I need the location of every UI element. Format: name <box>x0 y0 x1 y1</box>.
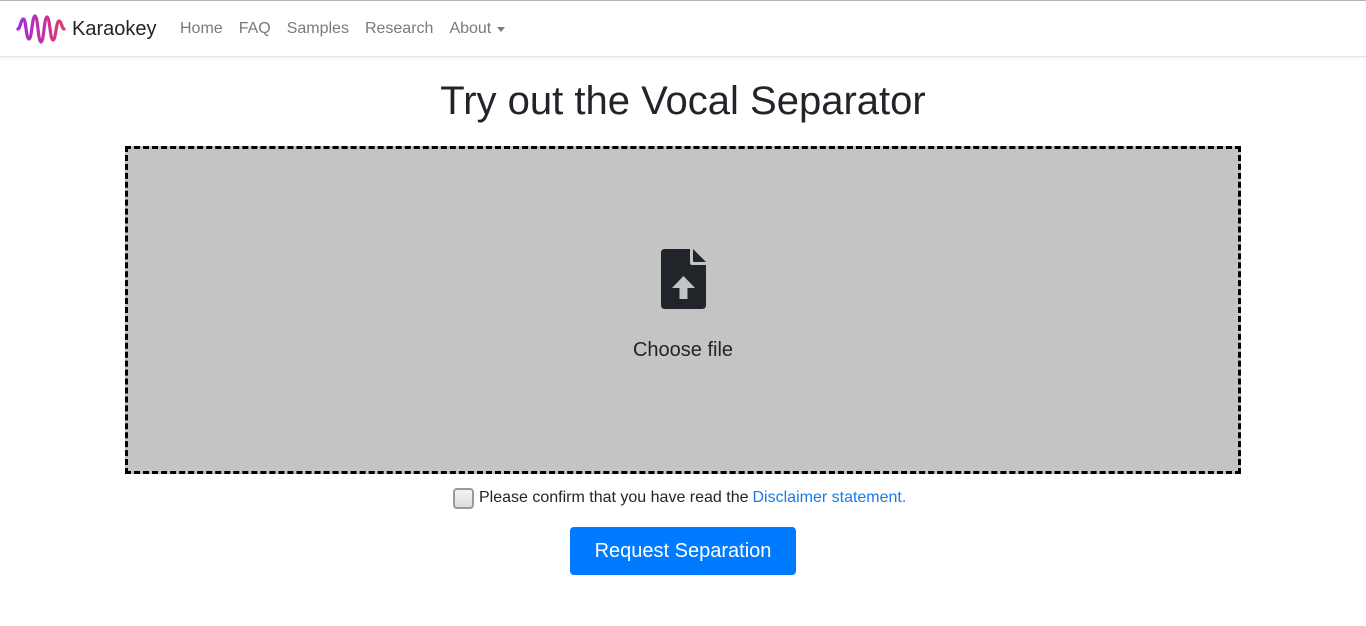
navbar: Karaokey Home FAQ Samples Research About <box>0 0 1366 57</box>
brand-link[interactable]: Karaokey <box>16 13 157 45</box>
waveform-logo-icon <box>16 13 66 45</box>
disclaimer-checkbox[interactable] <box>453 487 474 509</box>
nav-link-samples[interactable]: Samples <box>279 17 357 41</box>
brand-name: Karaokey <box>72 18 157 40</box>
request-separation-button[interactable]: Request Separation <box>570 527 796 575</box>
nav-link-home[interactable]: Home <box>172 17 231 41</box>
choose-file-label: Choose file <box>632 339 734 361</box>
file-upload-icon <box>661 249 706 314</box>
disclaimer-link[interactable]: Disclaimer statement. <box>753 486 907 510</box>
disclaimer-confirm-row: Please confirm that you have read the Di… <box>452 485 906 511</box>
file-dropzone[interactable]: Choose file <box>125 146 1241 474</box>
nav-menu: Home FAQ Samples Research About <box>172 17 513 41</box>
page-title: Try out the Vocal Separator <box>440 79 926 123</box>
confirm-text: Please confirm that you have read the <box>479 489 749 506</box>
nav-dropdown-about[interactable]: About <box>441 17 513 41</box>
nav-link-research[interactable]: Research <box>357 17 441 41</box>
nav-link-faq[interactable]: FAQ <box>231 17 279 41</box>
caret-down-icon <box>497 27 506 32</box>
nav-link-about-label: About <box>449 20 492 37</box>
